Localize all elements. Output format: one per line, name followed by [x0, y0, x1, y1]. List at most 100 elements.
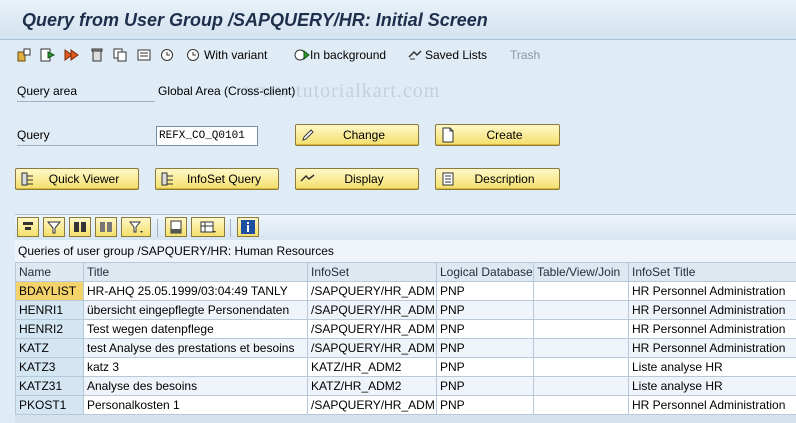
description-button[interactable]: Description [435, 168, 560, 190]
cell-name[interactable]: PKOST1 [15, 395, 84, 415]
cell-infoset-title[interactable]: HR Personnel Administration [628, 281, 796, 301]
rename-icon [136, 47, 152, 63]
new-document-icon [440, 127, 456, 143]
create-label: Create [486, 128, 523, 142]
cell-logical-database[interactable]: PNP [436, 338, 534, 358]
set-filter-button[interactable] [121, 217, 151, 237]
cell-name[interactable]: BDAYLIST [15, 281, 84, 301]
cell-infoset[interactable]: /SAPQUERY/HR_ADM [307, 281, 437, 301]
cell-infoset-title[interactable]: HR Personnel Administration [628, 300, 796, 320]
find-next-button[interactable] [95, 217, 117, 237]
user-group-icon [16, 47, 32, 63]
table-row[interactable]: HENRI1 übersicht eingepflegte Personenda… [15, 300, 796, 320]
change-button[interactable]: Change [295, 124, 419, 146]
glasses-icon [300, 171, 316, 187]
cell-infoset-title[interactable]: Liste analyse HR [628, 376, 796, 396]
filter-icon [46, 219, 62, 235]
cell-infoset[interactable]: /SAPQUERY/HR_ADM [307, 338, 437, 358]
quick-viewer-button[interactable]: Quick Viewer [15, 168, 139, 190]
grid-horizontal-scrollbar[interactable] [15, 414, 796, 423]
print-preview-button[interactable] [165, 217, 187, 237]
cell-title[interactable]: Test wegen datenpflege [83, 319, 308, 339]
query-input[interactable]: REFX_CO_Q0101 [156, 126, 258, 146]
binoculars-plus-icon [98, 219, 114, 235]
cell-infoset[interactable]: KATZ/HR_ADM2 [307, 376, 437, 396]
cell-infoset-title[interactable]: Liste analyse HR [628, 357, 796, 377]
cell-infoset[interactable]: KATZ/HR_ADM2 [307, 357, 437, 377]
cell-title[interactable]: Personalkosten 1 [83, 395, 308, 415]
column-header-infoset[interactable]: InfoSet [307, 262, 437, 282]
cell-name[interactable]: KATZ3 [15, 357, 84, 377]
saved-lists-button[interactable]: Saved Lists [407, 46, 487, 64]
sort-icon [20, 219, 36, 235]
sort-button[interactable] [17, 217, 39, 237]
cell-name[interactable]: HENRI1 [15, 300, 84, 320]
column-header-logical-database[interactable]: Logical Database [436, 262, 534, 282]
trash-label: Trash [510, 48, 541, 62]
background-job-icon [294, 47, 310, 63]
table-row[interactable]: PKOST1 Personalkosten 1 /SAPQUERY/HR_ADM… [15, 395, 796, 415]
table-header-row: Name Title InfoSet Logical Database Tabl… [15, 262, 796, 282]
cell-table-view-join[interactable] [533, 300, 629, 320]
rename-button[interactable] [136, 46, 152, 64]
cell-table-view-join[interactable] [533, 357, 629, 377]
in-background-label: In background [310, 48, 387, 62]
cell-title[interactable]: test Analyse des prestations et besoins [83, 338, 308, 358]
column-header-table-view-join[interactable]: Table/View/Join [533, 262, 629, 282]
cell-infoset[interactable]: /SAPQUERY/HR_ADM [307, 395, 437, 415]
column-header-name[interactable]: Name [15, 262, 84, 282]
cell-title[interactable]: HR-AHQ 25.05.1999/03:04:49 TANLY [83, 281, 308, 301]
cell-title[interactable]: katz 3 [83, 357, 308, 377]
cell-table-view-join[interactable] [533, 281, 629, 301]
other-user-group-button[interactable] [16, 46, 32, 64]
cell-table-view-join[interactable] [533, 338, 629, 358]
cell-name[interactable]: HENRI2 [15, 319, 84, 339]
cell-name[interactable]: KATZ31 [15, 376, 84, 396]
cell-logical-database[interactable]: PNP [436, 395, 534, 415]
infoset-query-button[interactable]: InfoSet Query [155, 168, 279, 190]
table-row[interactable]: KATZ3 katz 3 KATZ/HR_ADM2 PNP Liste anal… [15, 357, 796, 377]
layout-button[interactable] [191, 217, 225, 237]
delete-button[interactable] [89, 46, 105, 64]
grid-toolbar [15, 214, 796, 240]
table-row[interactable]: BDAYLIST HR-AHQ 25.05.1999/03:04:49 TANL… [15, 281, 796, 301]
cell-infoset-title[interactable]: HR Personnel Administration [628, 395, 796, 415]
filter-button[interactable] [43, 217, 65, 237]
trash-button[interactable]: Trash [510, 46, 540, 64]
cell-title[interactable]: Analyse des besoins [83, 376, 308, 396]
column-header-title[interactable]: Title [83, 262, 308, 282]
find-button[interactable] [69, 217, 91, 237]
infoset-query-icon [160, 171, 176, 187]
info-button[interactable] [237, 217, 259, 237]
cell-table-view-join[interactable] [533, 376, 629, 396]
cell-infoset[interactable]: /SAPQUERY/HR_ADM [307, 319, 437, 339]
toolbar-separator [157, 219, 158, 237]
copy-button[interactable] [112, 46, 128, 64]
cell-infoset-title[interactable]: HR Personnel Administration [628, 319, 796, 339]
table-row[interactable]: HENRI2 Test wegen datenpflege /SAPQUERY/… [15, 319, 796, 339]
cell-logical-database[interactable]: PNP [436, 281, 534, 301]
cell-infoset[interactable]: /SAPQUERY/HR_ADM [307, 300, 437, 320]
cell-logical-database[interactable]: PNP [436, 319, 534, 339]
execute-background-button[interactable] [64, 46, 80, 64]
in-background-button[interactable]: In background [294, 46, 386, 64]
cell-name[interactable]: KATZ [15, 338, 84, 358]
title-bar: Query from User Group /SAPQUERY/HR: Init… [0, 0, 796, 40]
execute-button[interactable] [40, 46, 56, 64]
cell-logical-database[interactable]: PNP [436, 357, 534, 377]
change-label: Change [342, 128, 386, 142]
create-button[interactable]: Create [435, 124, 560, 146]
cell-table-view-join[interactable] [533, 319, 629, 339]
cell-infoset-title[interactable]: HR Personnel Administration [628, 338, 796, 358]
cell-logical-database[interactable]: PNP [436, 300, 534, 320]
table-row[interactable]: KATZ test Analyse des prestations et bes… [15, 338, 796, 358]
display-button[interactable]: Display [295, 168, 419, 190]
cell-title[interactable]: übersicht eingepflegte Personendaten [83, 300, 308, 320]
cell-table-view-join[interactable] [533, 395, 629, 415]
with-variant-button[interactable]: With variant [186, 46, 267, 64]
table-row[interactable]: KATZ31 Analyse des besoins KATZ/HR_ADM2 … [15, 376, 796, 396]
cell-logical-database[interactable]: PNP [436, 376, 534, 396]
saved-lists-icon [407, 47, 423, 63]
column-header-infoset-title[interactable]: InfoSet Title [628, 262, 796, 282]
execute-variant-button[interactable] [160, 46, 176, 64]
